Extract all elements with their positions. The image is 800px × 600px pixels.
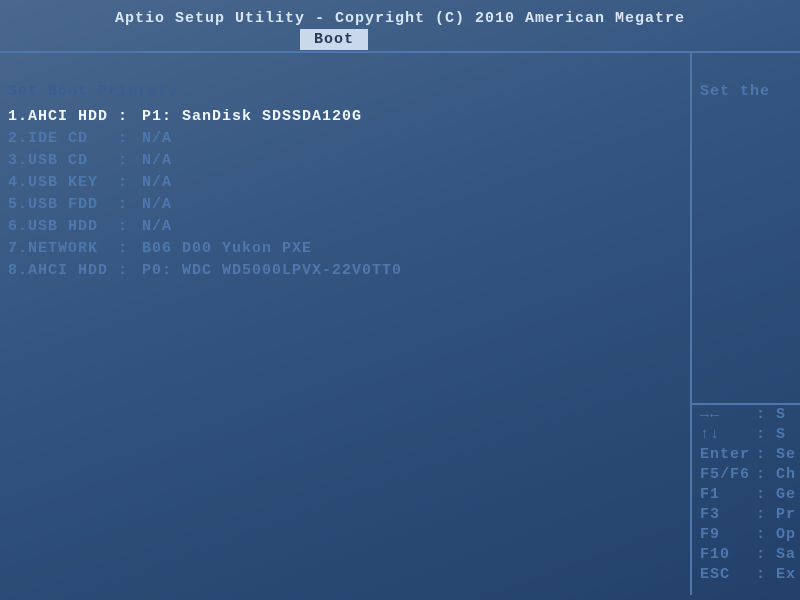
boot-item-label: 4.USB KEY: [8, 172, 118, 194]
left-pane: Set Boot Priority 1.AHCI HDD: P1: SanDis…: [0, 53, 690, 595]
boot-item-3[interactable]: 3.USB CD: N/A: [8, 150, 682, 172]
bios-screen: Aptio Setup Utility - Copyright (C) 2010…: [0, 0, 800, 600]
legend-key: F3: [700, 505, 756, 525]
legend-desc: Ex: [776, 566, 796, 583]
legend-desc: Op: [776, 526, 796, 543]
legend-key: Enter: [700, 445, 756, 465]
legend-row-5: F3: Pr: [700, 505, 796, 525]
legend-key: →←: [700, 405, 756, 425]
legend-desc: Sa: [776, 546, 796, 563]
legend-sep: :: [756, 506, 776, 523]
legend-row-3: F5/F6: Ch: [700, 465, 796, 485]
legend-desc: S: [776, 406, 786, 423]
boot-item-value: N/A: [142, 216, 172, 238]
title-bar: Aptio Setup Utility - Copyright (C) 2010…: [0, 0, 800, 27]
boot-item-1[interactable]: 1.AHCI HDD: P1: SanDisk SDSSDA120G: [8, 106, 682, 128]
setup-title: Aptio Setup Utility - Copyright (C) 2010…: [115, 10, 685, 27]
legend-row-1: ↑↓: S: [700, 425, 796, 445]
boot-item-value: N/A: [142, 150, 172, 172]
boot-item-sep: :: [118, 106, 142, 128]
legend-row-6: F9: Op: [700, 525, 796, 545]
boot-item-5[interactable]: 5.USB FDD: N/A: [8, 194, 682, 216]
legend-desc: S: [776, 426, 786, 443]
legend: →←: S↑↓: SEnter: SeF5/F6: ChF1: GeF3: Pr…: [700, 403, 796, 585]
legend-key: F1: [700, 485, 756, 505]
legend-key: ESC: [700, 565, 756, 585]
boot-item-6[interactable]: 6.USB HDD: N/A: [8, 216, 682, 238]
boot-item-label: 3.USB CD: [8, 150, 118, 172]
boot-item-label: 6.USB HDD: [8, 216, 118, 238]
boot-item-value: P1: SanDisk SDSSDA120G: [142, 106, 362, 128]
legend-desc: Pr: [776, 506, 796, 523]
right-pane: Set the →←: S↑↓: SEnter: SeF5/F6: ChF1: …: [690, 53, 800, 595]
boot-priority-list: 1.AHCI HDD: P1: SanDisk SDSSDA120G2.IDE …: [8, 106, 682, 282]
legend-sep: :: [756, 486, 776, 503]
legend-key: ↑↓: [700, 425, 756, 445]
boot-item-value: N/A: [142, 194, 172, 216]
boot-item-sep: :: [118, 194, 142, 216]
tab-row: Boot: [0, 29, 800, 51]
legend-sep: :: [756, 446, 776, 463]
legend-sep: :: [756, 546, 776, 563]
legend-desc: Se: [776, 446, 796, 463]
help-text: Set the: [700, 83, 796, 100]
boot-item-sep: :: [118, 216, 142, 238]
legend-key: F5/F6: [700, 465, 756, 485]
legend-row-0: →←: S: [700, 405, 796, 425]
boot-item-label: 2.IDE CD: [8, 128, 118, 150]
boot-item-label: 8.AHCI HDD: [8, 260, 118, 282]
tab-boot-label: Boot: [314, 31, 354, 48]
legend-key: F10: [700, 545, 756, 565]
boot-item-label: 1.AHCI HDD: [8, 106, 118, 128]
legend-row-2: Enter: Se: [700, 445, 796, 465]
boot-item-value: N/A: [142, 128, 172, 150]
legend-sep: :: [756, 466, 776, 483]
boot-item-value: N/A: [142, 172, 172, 194]
boot-item-sep: :: [118, 260, 142, 282]
legend-row-7: F10: Sa: [700, 545, 796, 565]
legend-desc: Ge: [776, 486, 796, 503]
legend-sep: :: [756, 526, 776, 543]
boot-item-value: P0: WDC WD5000LPVX-22V0TT0: [142, 260, 402, 282]
boot-item-value: B06 D00 Yukon PXE: [142, 238, 312, 260]
boot-item-4[interactable]: 4.USB KEY: N/A: [8, 172, 682, 194]
legend-desc: Ch: [776, 466, 796, 483]
boot-item-sep: :: [118, 172, 142, 194]
boot-item-sep: :: [118, 128, 142, 150]
legend-row-8: ESC: Ex: [700, 565, 796, 585]
legend-sep: :: [756, 566, 776, 583]
boot-item-sep: :: [118, 238, 142, 260]
tab-boot[interactable]: Boot: [300, 29, 368, 50]
legend-sep: :: [756, 406, 776, 423]
section-title: Set Boot Priority: [8, 83, 682, 100]
boot-item-8[interactable]: 8.AHCI HDD: P0: WDC WD5000LPVX-22V0TT0: [8, 260, 682, 282]
boot-item-sep: :: [118, 150, 142, 172]
main-area: Set Boot Priority 1.AHCI HDD: P1: SanDis…: [0, 53, 800, 595]
legend-sep: :: [756, 426, 776, 443]
legend-key: F9: [700, 525, 756, 545]
boot-item-label: 7.NETWORK: [8, 238, 118, 260]
boot-item-7[interactable]: 7.NETWORK: B06 D00 Yukon PXE: [8, 238, 682, 260]
boot-item-label: 5.USB FDD: [8, 194, 118, 216]
legend-row-4: F1: Ge: [700, 485, 796, 505]
boot-item-2[interactable]: 2.IDE CD: N/A: [8, 128, 682, 150]
